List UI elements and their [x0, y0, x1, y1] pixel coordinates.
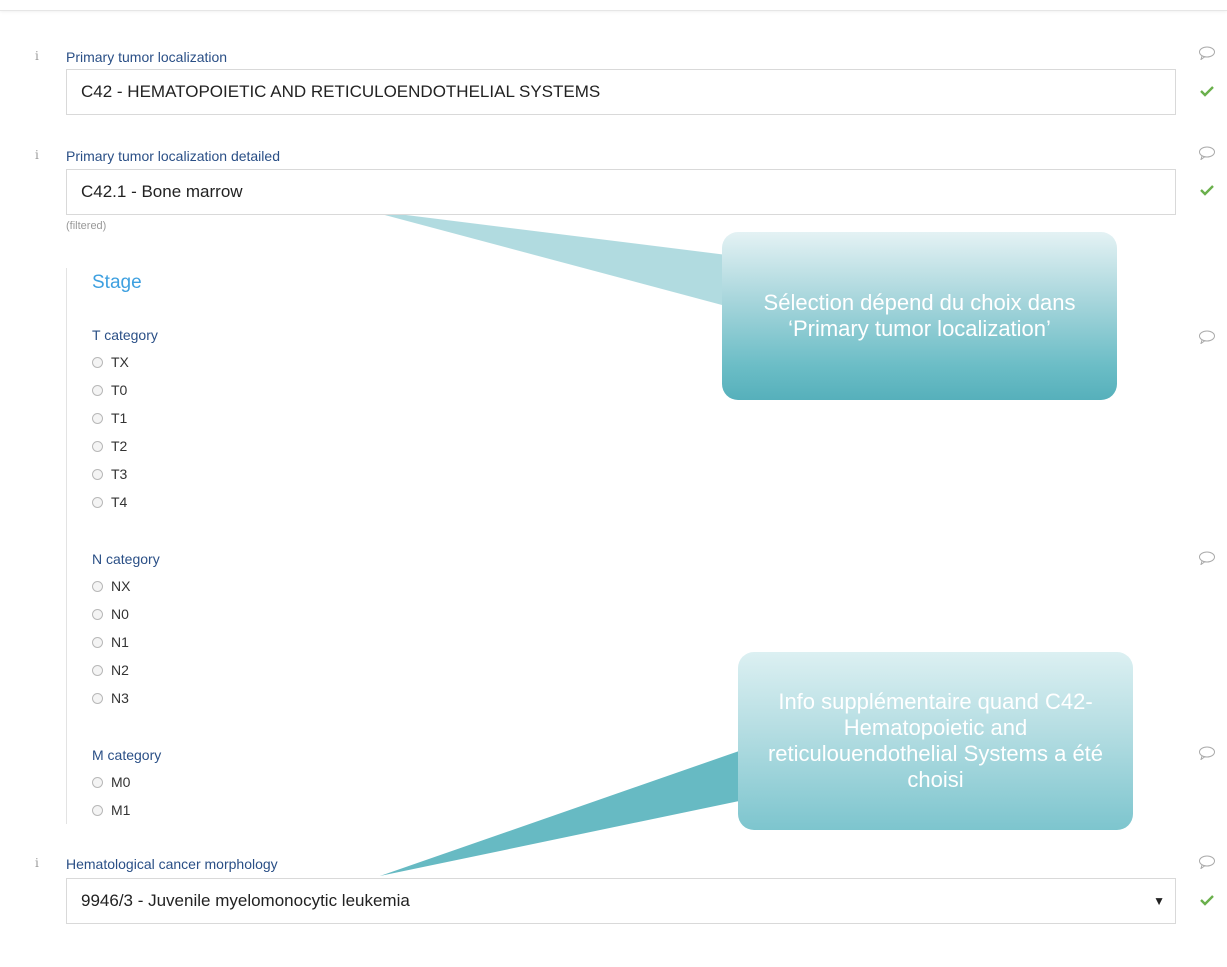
radio-label: N0 [111, 606, 129, 622]
radio-option-t2[interactable]: T2 [92, 436, 127, 456]
radio-label: N2 [111, 662, 129, 678]
radio-option-t3[interactable]: T3 [92, 464, 127, 484]
primary-tumor-localization-field[interactable]: C42 - HEMATOPOIETIC AND RETICULOENDOTHEL… [66, 69, 1176, 115]
callout-extra-info: Info supplémentaire quand C42- Hematopoi… [738, 652, 1133, 830]
radio-option-t1[interactable]: T1 [92, 408, 127, 428]
callout-extra-info-text: Info supplémentaire quand C42- Hematopoi… [767, 689, 1104, 792]
radio-option-n0[interactable]: N0 [92, 604, 129, 624]
comment-icon[interactable] [1198, 855, 1216, 869]
radio-label: T3 [111, 466, 128, 482]
radio-option-m1[interactable]: M1 [92, 800, 130, 820]
info-icon[interactable]: i [35, 148, 39, 162]
radio-button[interactable] [92, 692, 103, 704]
callout-pointer-2 [380, 750, 744, 876]
info-icon[interactable]: i [35, 49, 39, 63]
comment-icon[interactable] [1198, 330, 1216, 344]
stage-title: Stage [92, 272, 142, 293]
radio-button[interactable] [92, 384, 103, 396]
radio-label: TX [111, 354, 129, 370]
radio-button[interactable] [92, 412, 103, 424]
radio-button[interactable] [92, 468, 103, 480]
radio-label: N1 [111, 634, 129, 650]
chevron-down-icon[interactable]: ▼ [1153, 879, 1165, 923]
check-icon [1200, 895, 1214, 906]
radio-button[interactable] [92, 440, 103, 452]
t-category-label: T category [92, 327, 158, 343]
radio-label: M0 [111, 774, 131, 790]
check-icon [1200, 185, 1214, 196]
primary-tumor-localization-detailed-value: C42.1 - Bone marrow [81, 182, 243, 201]
callout-pointer-1 [366, 210, 727, 305]
primary-tumor-localization-detailed-label: Primary tumor localization detailed [66, 148, 280, 164]
radio-button[interactable] [92, 608, 103, 620]
radio-label: NX [111, 578, 131, 594]
callout-selection-depends-text: Sélection dépend du choix dans ‘Primary … [763, 290, 1076, 341]
hematological-cancer-morphology-value: 9946/3 - Juvenile myelomonocytic leukemi… [81, 891, 410, 910]
radio-button[interactable] [92, 776, 103, 788]
radio-button[interactable] [92, 804, 103, 816]
filtered-hint: (filtered) [66, 220, 107, 232]
radio-label: T0 [111, 382, 128, 398]
callout-selection-depends: Sélection dépend du choix dans ‘Primary … [722, 232, 1117, 400]
radio-option-tx[interactable]: TX [92, 352, 129, 372]
primary-tumor-localization-detailed-field[interactable]: C42.1 - Bone marrow [66, 169, 1176, 215]
radio-option-n1[interactable]: N1 [92, 632, 129, 652]
radio-option-n3[interactable]: N3 [92, 688, 129, 708]
radio-button[interactable] [92, 356, 103, 368]
radio-label: T2 [111, 438, 128, 454]
radio-button[interactable] [92, 636, 103, 648]
info-icon[interactable]: i [35, 856, 39, 870]
check-icon [1200, 86, 1214, 97]
hematological-cancer-morphology-select[interactable]: 9946/3 - Juvenile myelomonocytic leukemi… [66, 878, 1176, 924]
radio-button[interactable] [92, 664, 103, 676]
primary-tumor-localization-value: C42 - HEMATOPOIETIC AND RETICULOENDOTHEL… [81, 82, 601, 101]
comment-icon[interactable] [1198, 146, 1216, 160]
radio-button[interactable] [92, 496, 103, 508]
radio-option-m0[interactable]: M0 [92, 772, 130, 792]
hematological-cancer-morphology-label: Hematological cancer morphology [66, 856, 278, 872]
radio-button[interactable] [92, 580, 103, 592]
stage-section-border [66, 268, 67, 824]
radio-label: T4 [111, 494, 128, 510]
primary-tumor-localization-label: Primary tumor localization [66, 49, 228, 65]
comment-icon[interactable] [1198, 46, 1216, 60]
comment-icon[interactable] [1198, 746, 1216, 760]
radio-option-t0[interactable]: T0 [92, 380, 127, 400]
radio-option-t4[interactable]: T4 [92, 492, 127, 512]
radio-option-n2[interactable]: N2 [92, 660, 129, 680]
radio-option-nx[interactable]: NX [92, 576, 130, 596]
radio-label: M1 [111, 802, 131, 818]
comment-icon[interactable] [1198, 551, 1216, 565]
radio-label: N3 [111, 690, 129, 706]
m-category-label: M category [92, 747, 162, 763]
n-category-label: N category [92, 551, 160, 567]
radio-label: T1 [111, 410, 128, 426]
